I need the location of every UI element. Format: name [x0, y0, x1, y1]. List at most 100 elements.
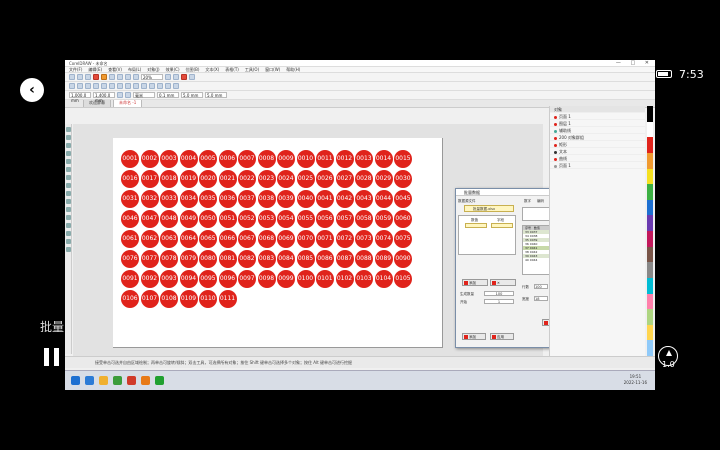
docker-item[interactable]: 辅助线 — [550, 127, 645, 134]
landscape-icon[interactable] — [125, 92, 131, 98]
docker-item[interactable]: 曲线 — [550, 155, 645, 162]
tool-n-icon[interactable] — [173, 83, 179, 89]
number-circle[interactable]: 0021 — [218, 170, 237, 188]
menu-item[interactable]: 位图(B) — [186, 67, 200, 73]
number-circle[interactable]: 0042 — [335, 190, 354, 208]
number-circle[interactable]: 0111 — [218, 290, 237, 308]
tool-m-icon[interactable] — [165, 83, 171, 89]
tool-b-icon[interactable] — [77, 83, 83, 89]
rectangle-tool-icon[interactable] — [66, 175, 71, 180]
number-circle[interactable]: 0008 — [257, 150, 276, 168]
number-circle[interactable]: 0093 — [160, 270, 178, 288]
transparency-tool-icon[interactable] — [66, 231, 71, 236]
browser-icon[interactable] — [113, 376, 122, 385]
number-circle[interactable]: 0061 — [121, 230, 139, 248]
number-circle[interactable]: 0065 — [199, 230, 217, 248]
palette-swatch[interactable] — [647, 324, 653, 341]
number-circle[interactable]: 0032 — [140, 190, 159, 208]
tool-f-icon[interactable] — [109, 83, 115, 89]
palette-swatch[interactable] — [647, 152, 653, 169]
save-icon[interactable] — [85, 74, 91, 80]
document-page[interactable]: 0001 0002 0003 0004 0005 0006 0007 0008 0009 0010… — [113, 138, 443, 348]
launch-icon[interactable] — [189, 74, 195, 80]
start-icon[interactable] — [71, 376, 80, 385]
number-circle[interactable]: 0081 — [218, 250, 237, 268]
page-height-field[interactable]: 1,400.0 mm — [93, 92, 115, 103]
palette-swatch[interactable] — [647, 106, 653, 122]
number-circle[interactable]: 0109 — [179, 290, 198, 308]
palette-swatch[interactable] — [647, 168, 653, 185]
number-circle[interactable]: 0043 — [355, 190, 373, 208]
menu-item[interactable]: 布局(L) — [128, 67, 141, 73]
number-circle[interactable]: 0087 — [335, 250, 354, 268]
number-circle[interactable]: 0062 — [140, 230, 159, 248]
docker-item[interactable]: 200 对象群组 — [550, 134, 645, 141]
number-circle[interactable]: 0097 — [238, 270, 256, 288]
palette-swatch[interactable] — [647, 199, 653, 216]
plugin-icon[interactable] — [93, 74, 99, 80]
number-circle[interactable]: 0059 — [374, 210, 393, 228]
number-circle[interactable]: 0067 — [238, 230, 256, 248]
palette-swatch[interactable] — [647, 293, 653, 310]
coreldraw-taskbar-icon[interactable] — [127, 376, 136, 385]
number-circle[interactable]: 0103 — [355, 270, 373, 288]
number-circle[interactable]: 0026 — [316, 170, 334, 188]
number-circle[interactable]: 0083 — [257, 250, 276, 268]
number-circle[interactable]: 0057 — [335, 210, 354, 228]
number-circle[interactable]: 0098 — [257, 270, 276, 288]
number-circle[interactable]: 0066 — [218, 230, 237, 248]
menu-item[interactable]: 帮助(H) — [286, 67, 300, 73]
number-circle[interactable]: 0024 — [277, 170, 295, 188]
number-circle[interactable]: 0099 — [277, 270, 295, 288]
palette-swatch[interactable] — [647, 184, 653, 200]
number-circle[interactable]: 0010 — [296, 150, 315, 168]
number-circle[interactable]: 0030 — [394, 170, 412, 188]
artistic-tool-icon[interactable] — [66, 167, 71, 172]
number-circle[interactable]: 0107 — [140, 290, 159, 308]
number-circle[interactable]: 0108 — [160, 290, 178, 308]
back-button[interactable]: ‹ — [20, 78, 44, 102]
unit-select[interactable]: 毫米 — [133, 92, 155, 98]
gen-count-input[interactable]: 100 — [484, 291, 514, 296]
number-circle[interactable]: 0088 — [355, 250, 373, 268]
col-b-field[interactable] — [491, 223, 513, 228]
number-circle[interactable]: 0013 — [355, 150, 373, 168]
number-circle[interactable]: 0015 — [394, 150, 412, 168]
number-circle[interactable]: 0069 — [277, 230, 295, 248]
number-circle[interactable]: 0084 — [277, 250, 295, 268]
new-icon[interactable] — [69, 74, 75, 80]
docker-item[interactable]: 文本 — [550, 148, 645, 155]
zoom-tool-icon[interactable] — [66, 151, 71, 156]
mode-code-radio[interactable]: 编码 — [537, 199, 544, 204]
explorer-icon[interactable] — [99, 376, 108, 385]
width-input[interactable]: 18 — [534, 296, 548, 301]
polygon-tool-icon[interactable] — [66, 191, 71, 196]
tool-a-icon[interactable] — [69, 83, 75, 89]
number-circle[interactable]: 0072 — [335, 230, 354, 248]
palette-swatch[interactable] — [647, 137, 653, 153]
number-circle[interactable]: 0053 — [257, 210, 276, 228]
tool-c-icon[interactable] — [85, 83, 91, 89]
snap-icon[interactable] — [165, 74, 171, 80]
number-circle[interactable]: 0095 — [199, 270, 217, 288]
tool-l-icon[interactable] — [157, 83, 163, 89]
number-circle[interactable]: 0094 — [179, 270, 198, 288]
number-circle[interactable]: 0001 — [121, 150, 139, 168]
number-circle[interactable]: 0025 — [296, 170, 315, 188]
number-circle[interactable]: 0035 — [199, 190, 217, 208]
add-field-button[interactable]: 添加 — [462, 279, 488, 286]
pause-button[interactable] — [44, 348, 60, 366]
number-circle[interactable]: 0027 — [335, 170, 354, 188]
number-circle[interactable]: 0016 — [121, 170, 139, 188]
number-circle[interactable]: 0033 — [160, 190, 178, 208]
options-icon[interactable] — [173, 74, 179, 80]
tool-h-icon[interactable] — [125, 83, 131, 89]
ellipse-tool-icon[interactable] — [66, 183, 71, 188]
number-circle[interactable]: 0080 — [199, 250, 217, 268]
number-circle[interactable]: 0022 — [238, 170, 256, 188]
wechat-taskbar-icon[interactable] — [155, 376, 164, 385]
number-circle[interactable]: 0102 — [335, 270, 354, 288]
docker-item[interactable]: 页面 1 — [550, 162, 645, 169]
eyedropper-tool-icon[interactable] — [66, 239, 71, 244]
number-circle[interactable]: 0092 — [140, 270, 159, 288]
